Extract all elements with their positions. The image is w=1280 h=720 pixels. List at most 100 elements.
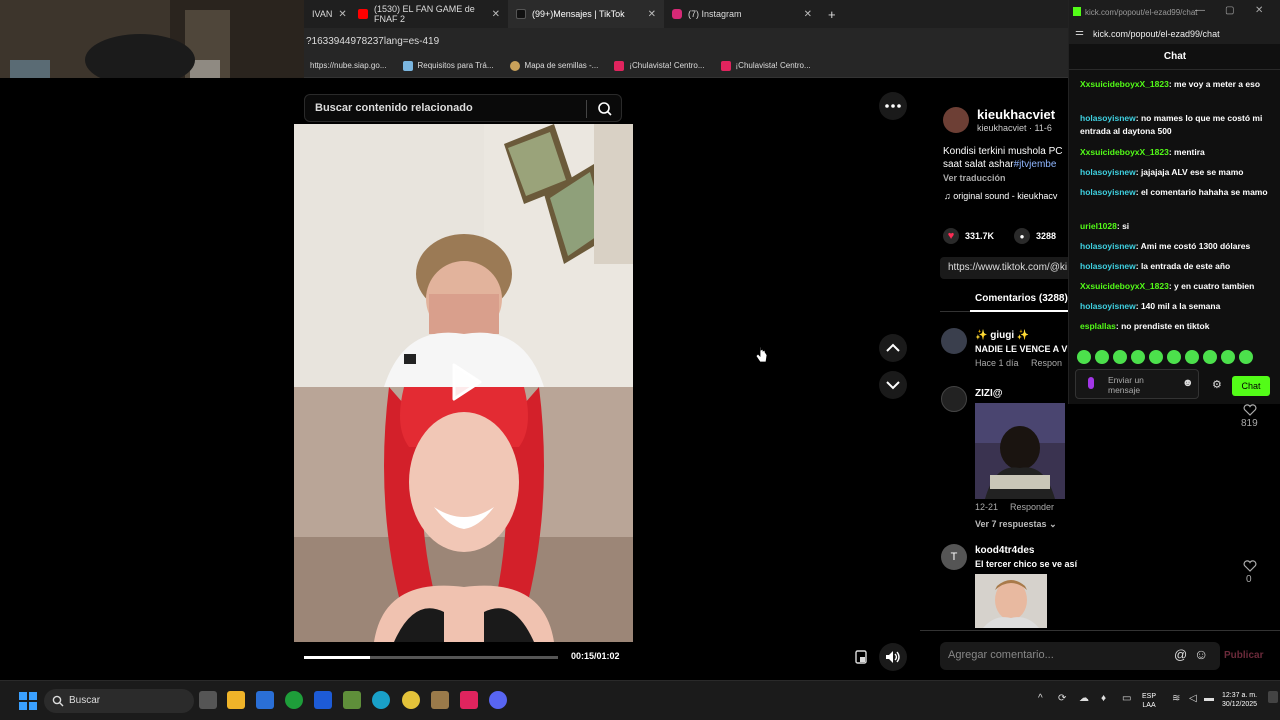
publish-button[interactable]: Publicar: [1224, 650, 1263, 661]
battery-saver-icon[interactable]: ▭: [1122, 693, 1131, 704]
comment-like-icon[interactable]: [1243, 404, 1257, 416]
close-icon[interactable]: ✕: [492, 9, 500, 20]
discord-icon[interactable]: [489, 691, 507, 709]
chat-username[interactable]: holasoyisnew: [1080, 261, 1136, 271]
translate-link[interactable]: Ver traducción: [943, 173, 1006, 183]
chrome-icon[interactable]: [402, 691, 420, 709]
commenter-name[interactable]: kood4tr4des: [975, 545, 1034, 556]
comment-image[interactable]: [975, 403, 1065, 499]
tab-instagram[interactable]: (7) Instagram ✕: [664, 0, 820, 28]
next-video-button[interactable]: [879, 371, 907, 399]
miniplayer-button[interactable]: [850, 646, 872, 668]
commenter-name[interactable]: ✨ giugi ✨: [975, 330, 1029, 341]
tab-comments[interactable]: Comentarios (3288): [975, 293, 1068, 304]
mention-icon[interactable]: @: [1174, 647, 1187, 662]
language-indicator[interactable]: ESP LAA: [1142, 692, 1156, 710]
chat-username[interactable]: uriel1028: [1080, 221, 1117, 231]
bookmark-3[interactable]: Mapa de semillas -...: [509, 60, 598, 71]
edge-icon[interactable]: [372, 691, 390, 709]
tab-tiktok[interactable]: (99+)Mensajes | TikTok ✕: [508, 0, 664, 28]
chat-username[interactable]: esplallas: [1080, 321, 1116, 331]
chat-username[interactable]: holasoyisnew: [1080, 113, 1136, 123]
heart-icon[interactable]: ♥: [943, 228, 959, 244]
sound-row[interactable]: ♫ original sound - kieukhacv: [944, 191, 1057, 201]
emote-icon[interactable]: [1185, 350, 1199, 364]
add-comment-input[interactable]: Agregar comentario... @ ☺: [940, 642, 1220, 670]
emote-icon[interactable]: [1095, 350, 1109, 364]
search-icon[interactable]: [597, 101, 613, 117]
emote-icon[interactable]: [1149, 350, 1163, 364]
send-chat-button[interactable]: Chat: [1232, 376, 1270, 396]
emote-icon[interactable]: [1131, 350, 1145, 364]
chat-username[interactable]: holasoyisnew: [1080, 301, 1136, 311]
clock[interactable]: 12:37 a. m. 30/12/2025: [1222, 691, 1257, 709]
close-icon[interactable]: ✕: [1255, 5, 1263, 16]
emoji-icon[interactable]: ☻: [1182, 377, 1194, 389]
tab-youtube[interactable]: (1530) EL FAN GAME de FNAF 2 ✕: [350, 0, 508, 28]
emote-icon[interactable]: [1167, 350, 1181, 364]
view-replies-button[interactable]: Ver 7 respuestas ⌄: [975, 519, 1057, 530]
commenter-name[interactable]: ZIZI@: [975, 388, 1003, 399]
chat-message-input[interactable]: Enviar un mensaje ☻: [1075, 369, 1199, 399]
address-bar[interactable]: ?1633944978237lang=es-419: [304, 28, 1070, 54]
emote-icon[interactable]: [1203, 350, 1217, 364]
close-icon[interactable]: ✕: [648, 9, 656, 20]
bookmark-2[interactable]: Requisitos para Trá...: [402, 60, 494, 71]
chat-username[interactable]: holasoyisnew: [1080, 167, 1136, 177]
emote-icon[interactable]: [1221, 350, 1235, 364]
kick-address-bar[interactable]: ⚌ kick.com/popout/el-ezad99/chat: [1069, 24, 1280, 44]
store-icon[interactable]: [256, 691, 274, 709]
comment-icon[interactable]: ●: [1014, 228, 1031, 244]
task-view-icon[interactable]: [199, 691, 217, 709]
cloud-icon[interactable]: ☁: [1079, 693, 1089, 704]
chevron-up-icon[interactable]: ^: [1038, 693, 1043, 704]
file-explorer-icon[interactable]: [227, 691, 245, 709]
more-options-button[interactable]: [879, 92, 907, 120]
commenter-avatar[interactable]: [941, 386, 967, 412]
copy-link-field[interactable]: https://www.tiktok.com/@ki: [940, 257, 1080, 279]
wifi-icon[interactable]: ≋: [1172, 693, 1180, 704]
close-icon[interactable]: ✕: [338, 9, 346, 20]
battery-icon[interactable]: ▬: [1204, 693, 1214, 704]
minecraft-icon[interactable]: [343, 691, 361, 709]
notifications-icon[interactable]: [1268, 691, 1278, 703]
bookmark-5[interactable]: ¡Chulavista! Centro...: [720, 60, 811, 71]
hashtag-link[interactable]: #jtvjembe: [1014, 159, 1057, 170]
reply-button[interactable]: Responder: [1010, 502, 1054, 512]
word-icon[interactable]: [314, 691, 332, 709]
commenter-avatar[interactable]: [941, 328, 967, 354]
comment-like-icon[interactable]: [1243, 560, 1257, 572]
reply-button[interactable]: Respon: [1031, 358, 1062, 368]
maximize-icon[interactable]: ▢: [1225, 5, 1234, 16]
play-icon[interactable]: [450, 362, 484, 402]
emoji-icon[interactable]: ☺: [1194, 646, 1208, 662]
microphone-icon[interactable]: [1088, 377, 1094, 389]
volume-button[interactable]: [879, 643, 907, 671]
gear-icon[interactable]: ⚙: [1212, 378, 1222, 391]
tab-ivan[interactable]: IVAN ✕: [304, 0, 350, 28]
chat-username[interactable]: XxsuicideboyxX_1823: [1080, 79, 1169, 89]
comment-image[interactable]: [975, 574, 1047, 628]
volume-icon[interactable]: ◁: [1189, 693, 1197, 704]
microphone-icon[interactable]: ♦: [1101, 693, 1106, 704]
author-name[interactable]: kieukhacviet: [977, 107, 1055, 122]
video-progress-bar[interactable]: [304, 656, 558, 659]
bookmark-4[interactable]: ¡Chulavista! Centro...: [614, 60, 705, 71]
emote-icon[interactable]: [1077, 350, 1091, 364]
taskbar-search[interactable]: Buscar: [44, 689, 194, 713]
xbox-icon[interactable]: [285, 691, 303, 709]
emote-icon[interactable]: [1113, 350, 1127, 364]
game-icon[interactable]: [431, 691, 449, 709]
tiktok-app-icon[interactable]: [460, 691, 478, 709]
bookmark-1[interactable]: https://nube.siap.go...: [310, 61, 387, 70]
windows-start-icon[interactable]: [19, 692, 37, 710]
chat-username[interactable]: XxsuicideboyxX_1823: [1080, 147, 1169, 157]
minimize-icon[interactable]: —: [1195, 5, 1205, 16]
chat-username[interactable]: holasoyisnew: [1080, 187, 1136, 197]
commenter-avatar[interactable]: T: [941, 544, 967, 570]
close-icon[interactable]: ✕: [804, 9, 812, 20]
site-settings-icon[interactable]: ⚌: [1075, 27, 1084, 38]
search-input[interactable]: Buscar contenido relacionado: [304, 94, 622, 122]
emote-icon[interactable]: [1239, 350, 1253, 364]
chat-username[interactable]: holasoyisnew: [1080, 241, 1136, 251]
